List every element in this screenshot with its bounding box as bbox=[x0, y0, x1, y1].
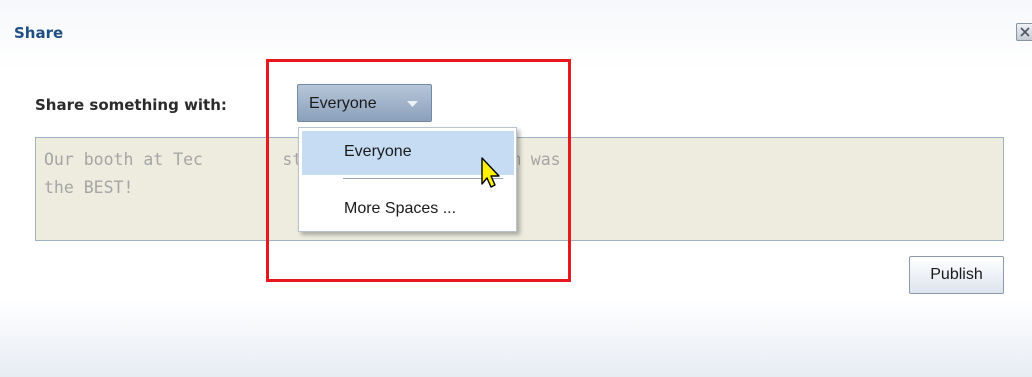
annotation-highlight-box bbox=[266, 59, 571, 282]
share-dialog: Share Share something with: Everyone Our… bbox=[0, 0, 1032, 377]
close-icon bbox=[1020, 27, 1030, 37]
dialog-title: Share bbox=[14, 24, 64, 42]
share-with-label: Share something with: bbox=[35, 96, 227, 114]
publish-button[interactable]: Publish bbox=[909, 256, 1004, 294]
close-button[interactable] bbox=[1016, 23, 1032, 41]
